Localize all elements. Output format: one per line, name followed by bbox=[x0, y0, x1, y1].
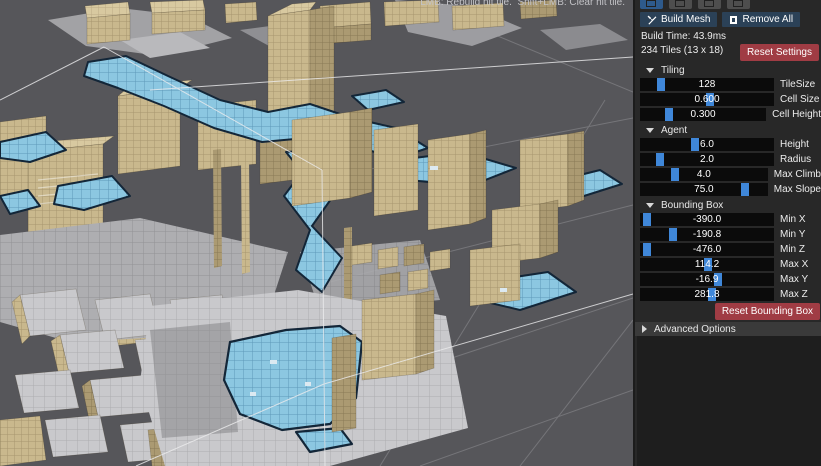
slider-value: 281.8 bbox=[640, 288, 774, 301]
slider-row: -16.9 Max Y bbox=[640, 273, 821, 286]
slider-value: -390.0 bbox=[640, 213, 774, 226]
slider-value: 0.300 bbox=[640, 108, 766, 121]
settings-panel: Build Mesh Remove All Build Time: 43.9ms… bbox=[633, 0, 821, 466]
max-x-slider[interactable]: 114.2 bbox=[640, 258, 774, 271]
slider-label: Max Slope bbox=[774, 184, 821, 195]
slider-row: 128 TileSize bbox=[640, 78, 821, 91]
slider-value: 6.0 bbox=[640, 138, 774, 151]
remove-icon bbox=[729, 15, 738, 25]
slider-label: Min Y bbox=[780, 229, 805, 240]
section-title: Agent bbox=[661, 125, 687, 136]
slider-row: 281.8 Max Z bbox=[640, 288, 821, 301]
slider-value: 0.600 bbox=[640, 93, 774, 106]
max-z-slider[interactable]: 281.8 bbox=[640, 288, 774, 301]
slider-row: 0.600 Cell Size bbox=[640, 93, 821, 106]
slider-label: Max Z bbox=[780, 289, 808, 300]
min-y-slider[interactable]: -190.8 bbox=[640, 228, 774, 241]
slider-label: Min Z bbox=[780, 244, 805, 255]
slider-row: -190.8 Min Y bbox=[640, 228, 821, 241]
triangle-down-icon bbox=[646, 68, 654, 73]
slider-value: -476.0 bbox=[640, 243, 774, 256]
slider-value: 75.0 bbox=[640, 183, 768, 196]
slider-value: 4.0 bbox=[640, 168, 768, 181]
build-mesh-label: Build Mesh bbox=[661, 14, 710, 25]
binoculars-icon bbox=[704, 0, 714, 7]
slider-label: Max Y bbox=[780, 274, 808, 285]
advanced-options-label: Advanced Options bbox=[654, 324, 736, 335]
slider-value: 114.2 bbox=[640, 258, 774, 271]
slider-row: 6.0 Height bbox=[640, 138, 821, 151]
slider-label: Cell Height bbox=[772, 109, 821, 120]
slider-row: 114.2 Max X bbox=[640, 258, 821, 271]
section-header-bounding-box[interactable]: Bounding Box bbox=[646, 199, 821, 211]
panel-icon bbox=[646, 0, 656, 7]
magnifier-icon bbox=[675, 0, 685, 7]
slider-row: 2.0 Radius bbox=[640, 153, 821, 166]
build-mesh-button[interactable]: Build Mesh bbox=[640, 12, 717, 27]
triangle-right-icon bbox=[642, 325, 647, 333]
toolbar bbox=[640, 0, 821, 9]
slider-label: Max Climb bbox=[774, 169, 821, 180]
toolbar-button-1[interactable] bbox=[640, 0, 663, 9]
slider-label: Height bbox=[780, 139, 809, 150]
max-slope-slider[interactable]: 75.0 bbox=[640, 183, 768, 196]
remove-all-label: Remove All bbox=[742, 14, 793, 25]
section-header-tiling[interactable]: Tiling bbox=[646, 64, 821, 76]
wrench-icon bbox=[647, 15, 657, 25]
min-x-slider[interactable]: -390.0 bbox=[640, 213, 774, 226]
slider-row: -476.0 Min Z bbox=[640, 243, 821, 256]
slider-value: -190.8 bbox=[640, 228, 774, 241]
navmesh-scene bbox=[0, 0, 633, 466]
max-climb-slider[interactable]: 4.0 bbox=[640, 168, 768, 181]
mesh-buttons-row: Build Mesh Remove All bbox=[640, 12, 821, 27]
slider-label: Cell Size bbox=[780, 94, 819, 105]
viewport-3d[interactable]: LMB: Rebuild hit tile. Shift+LMB: Clear … bbox=[0, 0, 633, 466]
slider-row: 4.0 Max Climb bbox=[640, 168, 821, 181]
toolbar-button-2[interactable] bbox=[669, 0, 692, 9]
reset-bounding-box-button[interactable]: Reset Bounding Box bbox=[715, 303, 820, 320]
min-z-slider[interactable]: -476.0 bbox=[640, 243, 774, 256]
build-time-text: Build Time: 43.9ms bbox=[641, 30, 821, 43]
section-title: Tiling bbox=[661, 65, 685, 76]
slider-row: 75.0 Max Slope bbox=[640, 183, 821, 196]
slider-label: Min X bbox=[780, 214, 806, 225]
tool-icon bbox=[733, 0, 743, 7]
remove-all-button[interactable]: Remove All bbox=[722, 12, 800, 27]
tiles-count-text: 234 Tiles (13 x 18) bbox=[641, 44, 723, 57]
slider-value: 128 bbox=[640, 78, 774, 91]
agent-height-slider[interactable]: 6.0 bbox=[640, 138, 774, 151]
triangle-down-icon bbox=[646, 203, 654, 208]
slider-row: 0.300 Cell Height bbox=[640, 108, 821, 121]
cell-size-slider[interactable]: 0.600 bbox=[640, 93, 774, 106]
agent-radius-slider[interactable]: 2.0 bbox=[640, 153, 774, 166]
section-title: Bounding Box bbox=[661, 200, 723, 211]
slider-value: -16.9 bbox=[640, 273, 774, 286]
reset-settings-button[interactable]: Reset Settings bbox=[740, 44, 819, 61]
toolbar-button-3[interactable] bbox=[698, 0, 721, 9]
app-window: LMB: Rebuild hit tile. Shift+LMB: Clear … bbox=[0, 0, 821, 466]
slider-label: Radius bbox=[780, 154, 811, 165]
slider-label: TileSize bbox=[780, 79, 815, 90]
triangle-down-icon bbox=[646, 128, 654, 133]
max-y-slider[interactable]: -16.9 bbox=[640, 273, 774, 286]
cell-height-slider[interactable]: 0.300 bbox=[640, 108, 766, 121]
section-header-agent[interactable]: Agent bbox=[646, 124, 821, 136]
slider-row: -390.0 Min X bbox=[640, 213, 821, 226]
panel-empty-area bbox=[637, 336, 821, 466]
advanced-options-header[interactable]: Advanced Options bbox=[635, 322, 821, 336]
slider-label: Max X bbox=[780, 259, 808, 270]
viewport-help-text: LMB: Rebuild hit tile. Shift+LMB: Clear … bbox=[420, 0, 625, 8]
slider-value: 2.0 bbox=[640, 153, 774, 166]
toolbar-button-4[interactable] bbox=[727, 0, 750, 9]
tile-size-slider[interactable]: 128 bbox=[640, 78, 774, 91]
